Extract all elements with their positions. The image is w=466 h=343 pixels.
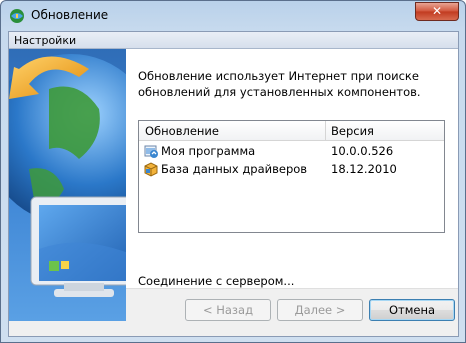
next-button[interactable]: Далее > xyxy=(277,299,363,321)
button-bar: < Назад Далее > Отмена xyxy=(126,288,458,336)
column-version[interactable]: Версия xyxy=(331,124,374,138)
window-title: Обновление xyxy=(31,8,109,22)
updates-list[interactable]: Обновление Версия Моя программа 10.0.0.5… xyxy=(138,120,445,233)
settings-label: Настройки xyxy=(14,34,77,47)
column-separator xyxy=(325,121,326,141)
program-update-icon xyxy=(144,145,158,158)
back-button[interactable]: < Назад xyxy=(185,299,271,321)
close-button[interactable]: ✕ xyxy=(415,2,459,21)
client-area: Настройки Обновление использует Интернет… xyxy=(8,31,459,337)
title-bar[interactable]: Обновление ✕ xyxy=(1,1,465,31)
row-version: 18.12.2010 xyxy=(331,162,397,176)
cancel-button[interactable]: Отмена xyxy=(369,299,455,321)
list-row[interactable]: Моя программа 10.0.0.526 xyxy=(139,142,444,160)
update-window: Обновление ✕ Настройки Обновление исполь… xyxy=(0,0,466,343)
description-text: Обновление использует Интернет при поиск… xyxy=(138,69,421,99)
row-version: 10.0.0.526 xyxy=(331,144,394,158)
globe-computer-icon xyxy=(9,54,126,297)
header-band: Настройки xyxy=(9,32,458,49)
update-app-icon xyxy=(10,9,24,23)
list-header: Обновление Версия xyxy=(139,121,444,141)
main-panel: Обновление использует Интернет при поиск… xyxy=(126,49,458,288)
status-text: Соединение с сервером... xyxy=(138,274,295,288)
side-illustration xyxy=(9,49,126,321)
list-row[interactable]: База данных драйверов 18.12.2010 xyxy=(139,160,444,178)
row-name: Моя программа xyxy=(161,144,256,158)
column-update[interactable]: Обновление xyxy=(145,124,219,138)
row-name: База данных драйверов xyxy=(161,162,308,176)
driver-database-icon xyxy=(144,162,158,177)
